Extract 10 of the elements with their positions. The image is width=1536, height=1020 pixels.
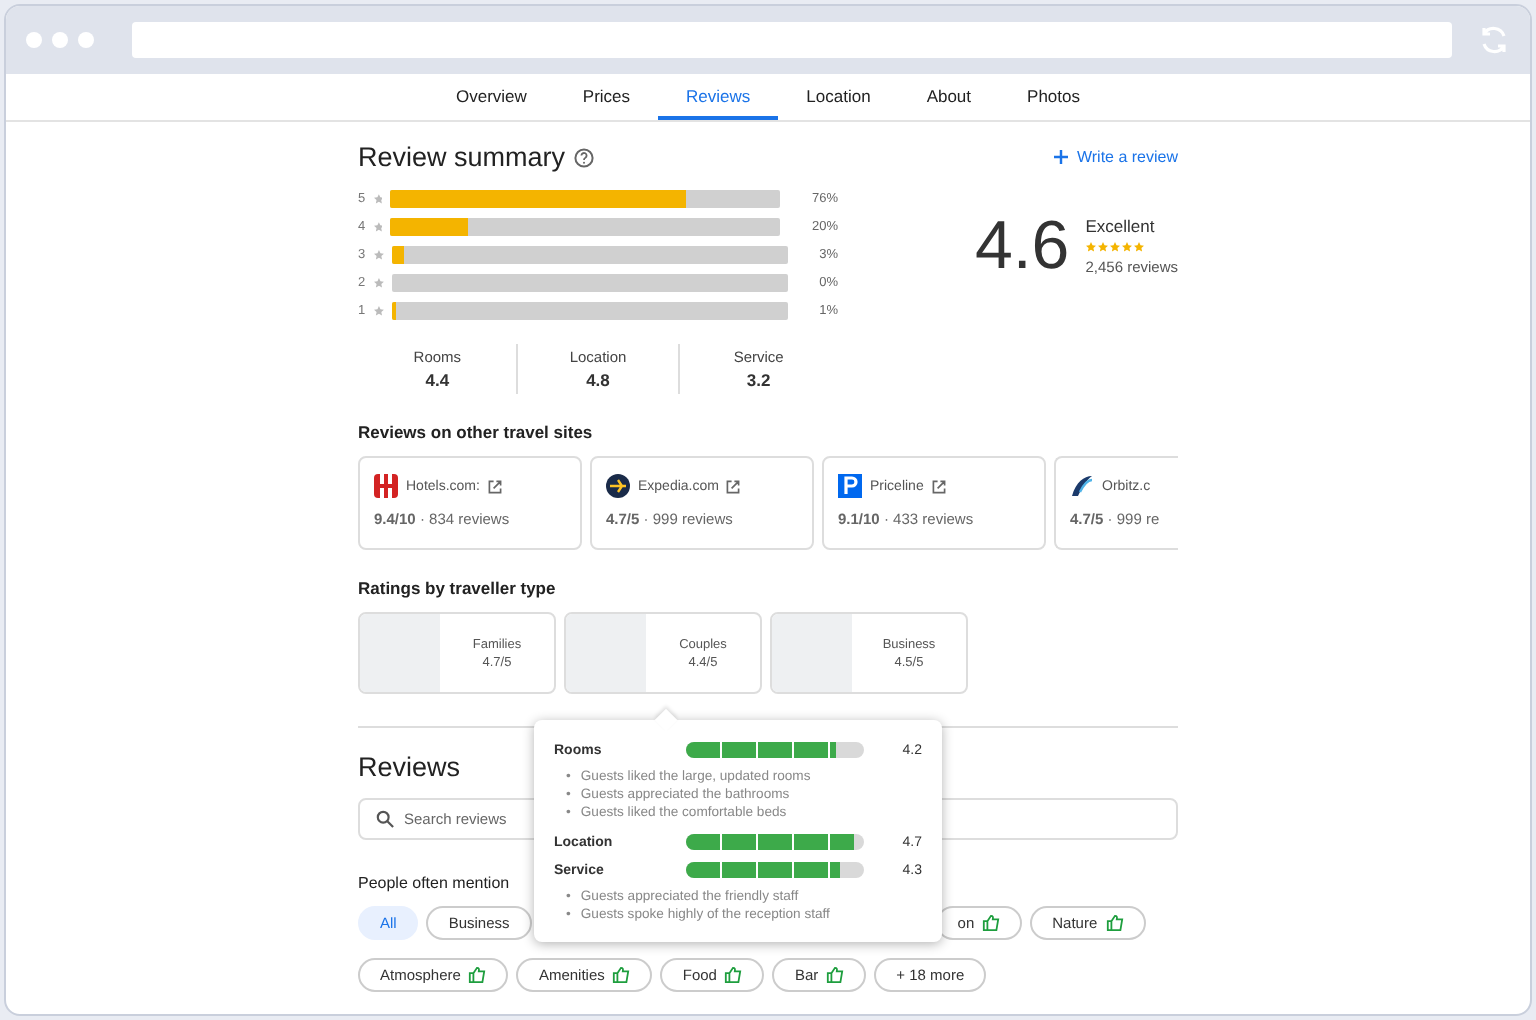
aspect-score: 4.8 [586,370,610,390]
aspect-score: 3.2 [746,370,771,390]
section-heading: Ratings by traveller type [358,578,558,598]
rating-verdict: Excellent [1085,216,1157,236]
section-heading: People often mention [358,874,512,892]
section-title: Review summary [358,142,566,172]
section-heading: Reviews on other travel sites [358,422,595,442]
overall-score: 4.6 [974,207,1070,285]
section-title: Reviews [358,752,461,782]
aspect-score: 4.4 [425,370,450,390]
